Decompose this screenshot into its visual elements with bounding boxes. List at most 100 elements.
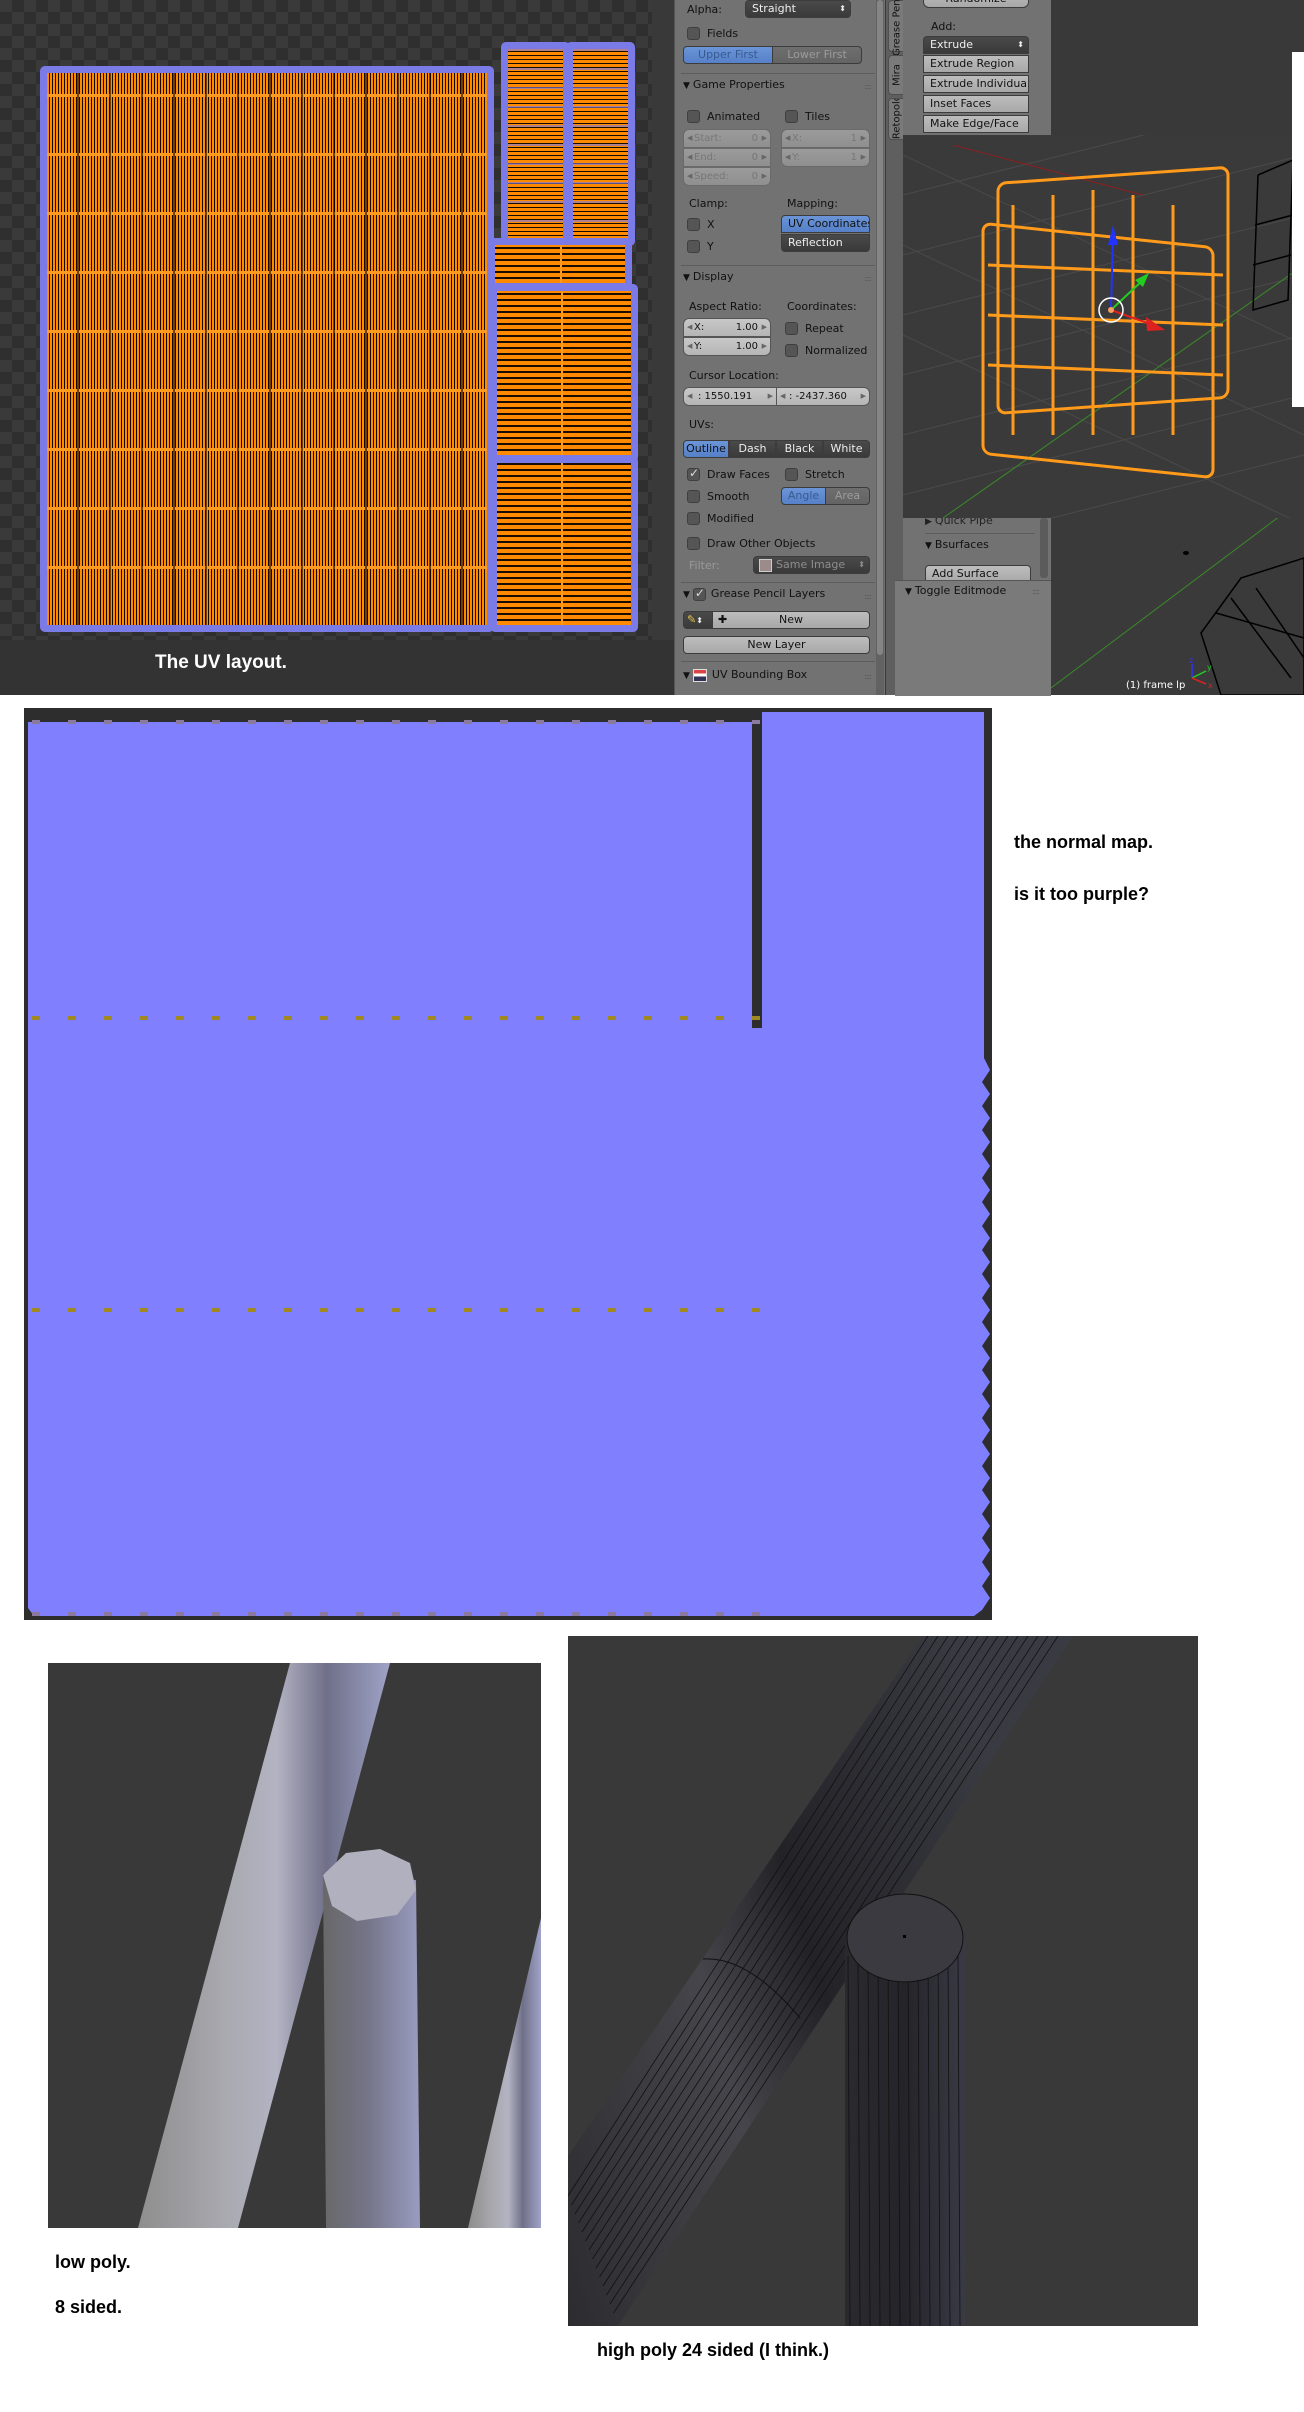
3d-viewport[interactable] [903,135,1304,518]
3d-viewport-lower[interactable]: z y x (1) frame lp [1051,518,1304,695]
start-field[interactable]: ◀ Start: 0 ▶ [683,129,771,148]
uv-island-main[interactable] [40,66,494,632]
uv-island-right-upper[interactable] [490,284,638,462]
alpha-dropdown[interactable]: Straight ⬍ [745,0,851,18]
seam-mark [644,1612,652,1616]
speed-field[interactable]: ◀ Speed: 0 ▶ [683,167,771,186]
drag-grip-icon[interactable]: :::: [864,672,872,681]
seam-mark [140,1308,148,1312]
extrude-individual-button[interactable]: Extrude Individual [923,75,1029,93]
make-edge-face-button[interactable]: Make Edge/Face [923,115,1029,133]
expand-triangle-icon: ▼ [683,273,690,283]
upper-first-button[interactable]: Upper First [683,46,773,64]
game-properties-header[interactable]: ▼ Game Properties [683,78,785,91]
uv-editor-canvas[interactable] [0,0,652,640]
grease-pencil-header[interactable]: ▼ Grease Pencil Layers [683,586,825,601]
end-field[interactable]: ◀ End: 0 ▶ [683,148,771,167]
high-poly-caption: high poly 24 sided (I think.) [597,2340,830,2360]
seam-mark [464,1016,472,1020]
tiles-x-field[interactable]: ◀ X: 1 ▶ [781,129,870,148]
new-grease-pencil-button[interactable]: ✚ New [712,611,870,629]
diagonal-tube-highpoly [568,1636,1073,2326]
expand-triangle-icon: ▼ [925,541,932,551]
extrude-region-button[interactable]: Extrude Region [923,55,1029,73]
tube-edge [606,1636,1039,2296]
tool-shelf-scrollbar[interactable] [1040,518,1048,578]
uv-mode-outline[interactable]: Outline [683,440,729,458]
display-header[interactable]: ▼ Display [683,270,733,283]
uv-mode-black[interactable]: Black [776,440,823,458]
mapping-label: Mapping: [787,197,838,210]
aspect-x-field[interactable]: ◀ X: 1.00 ▶ [683,318,771,337]
seam-mark [104,1612,112,1616]
animated-checkbox[interactable] [687,110,700,123]
stretch-angle-button[interactable]: Angle [781,487,826,505]
smooth-checkbox[interactable] [687,490,700,503]
uv-bounding-box-header[interactable]: ▼ UV Bounding Box [683,668,807,682]
floor-grid [903,135,1304,518]
seam-mark [356,1308,364,1312]
cube-wireframe[interactable] [1200,557,1304,695]
inset-faces-button[interactable]: Inset Faces [923,95,1029,113]
animated-label: Animated [707,110,761,123]
clamp-y-checkbox[interactable] [687,240,700,253]
clamp-x-checkbox[interactable] [687,218,700,231]
normalized-label: Normalized [805,344,868,357]
seam-mark [356,720,364,724]
seam-mark [716,1016,724,1020]
bsurfaces-header[interactable]: ▼ Bsurfaces [925,538,989,551]
normalized-checkbox[interactable] [785,344,798,357]
empty-object[interactable] [1183,551,1189,555]
mapping-reflection[interactable]: Reflection [781,234,870,252]
stretch-checkbox[interactable] [785,468,798,481]
other-object-wireframe[interactable] [1252,158,1294,312]
randomize-button[interactable]: Randomize [923,0,1029,8]
new-layer-button[interactable]: New Layer [683,636,870,654]
aspect-ratio-label: Aspect Ratio: [689,300,762,313]
uv-island-column-left[interactable] [501,42,570,246]
fields-checkbox[interactable] [687,27,700,40]
properties-scrollbar-thumb[interactable] [877,0,883,655]
filter-dropdown[interactable]: Same Image ⬍ [753,556,870,574]
repeat-checkbox[interactable] [785,322,798,335]
uv-mode-dash[interactable]: Dash [729,440,776,458]
stretch-area-button[interactable]: Area [825,487,870,505]
uv-island-column-right[interactable] [566,42,635,246]
seam-mark [392,1016,400,1020]
tiles-checkbox[interactable] [785,110,798,123]
seam-mark [608,1308,616,1312]
drag-grip-icon[interactable]: :::: [864,274,872,283]
low-poly-render [48,1663,541,2228]
expand-triangle-icon: ▼ [683,590,690,600]
pencil-dropdown[interactable]: ✎⬍ [683,611,713,629]
tiles-y-field[interactable]: ◀ Y: 1 ▶ [781,148,870,167]
cursor-x-field[interactable]: ◀: 1550.191 ▶ [683,387,777,406]
tab-mira[interactable]: Mira [888,55,904,95]
draw-faces-checkbox[interactable] [687,466,700,481]
seam-mark [752,1016,760,1020]
seam-mark [68,720,76,724]
drag-grip-icon[interactable]: :::: [864,592,872,601]
uvs-label: UVs: [689,418,715,431]
drag-grip-icon[interactable]: :::: [864,82,872,91]
uv-island-right-lower[interactable] [490,456,638,632]
mapping-uv-coordinates[interactable]: UV Coordinates [781,215,870,233]
seam-mark [536,1308,544,1312]
tab-retopology[interactable]: Retopology [888,98,904,140]
seam-mark [428,1612,436,1616]
seam-mark [68,1016,76,1020]
clamp-label: Clamp: [689,197,728,210]
cursor-y-field[interactable]: ◀: -2437.360 ▶ [776,387,870,406]
aspect-y-field[interactable]: ◀ Y: 1.00 ▶ [683,337,771,356]
toggle-editmode-header[interactable]: ▼ Toggle Editmode [905,584,1006,597]
modified-checkbox[interactable] [687,512,700,525]
grease-pencil-checkbox[interactable] [692,586,706,601]
add-dropdown[interactable]: Extrude ⬍ [923,36,1029,54]
center-vertex [903,1935,906,1938]
uv-mode-white[interactable]: White [823,440,870,458]
lower-first-button[interactable]: Lower First [772,46,862,64]
draw-other-objects-checkbox[interactable] [687,537,700,550]
drag-grip-icon[interactable]: :::: [1032,587,1040,596]
x-axis-line [952,144,1144,196]
uv-island-middle[interactable] [488,238,632,290]
